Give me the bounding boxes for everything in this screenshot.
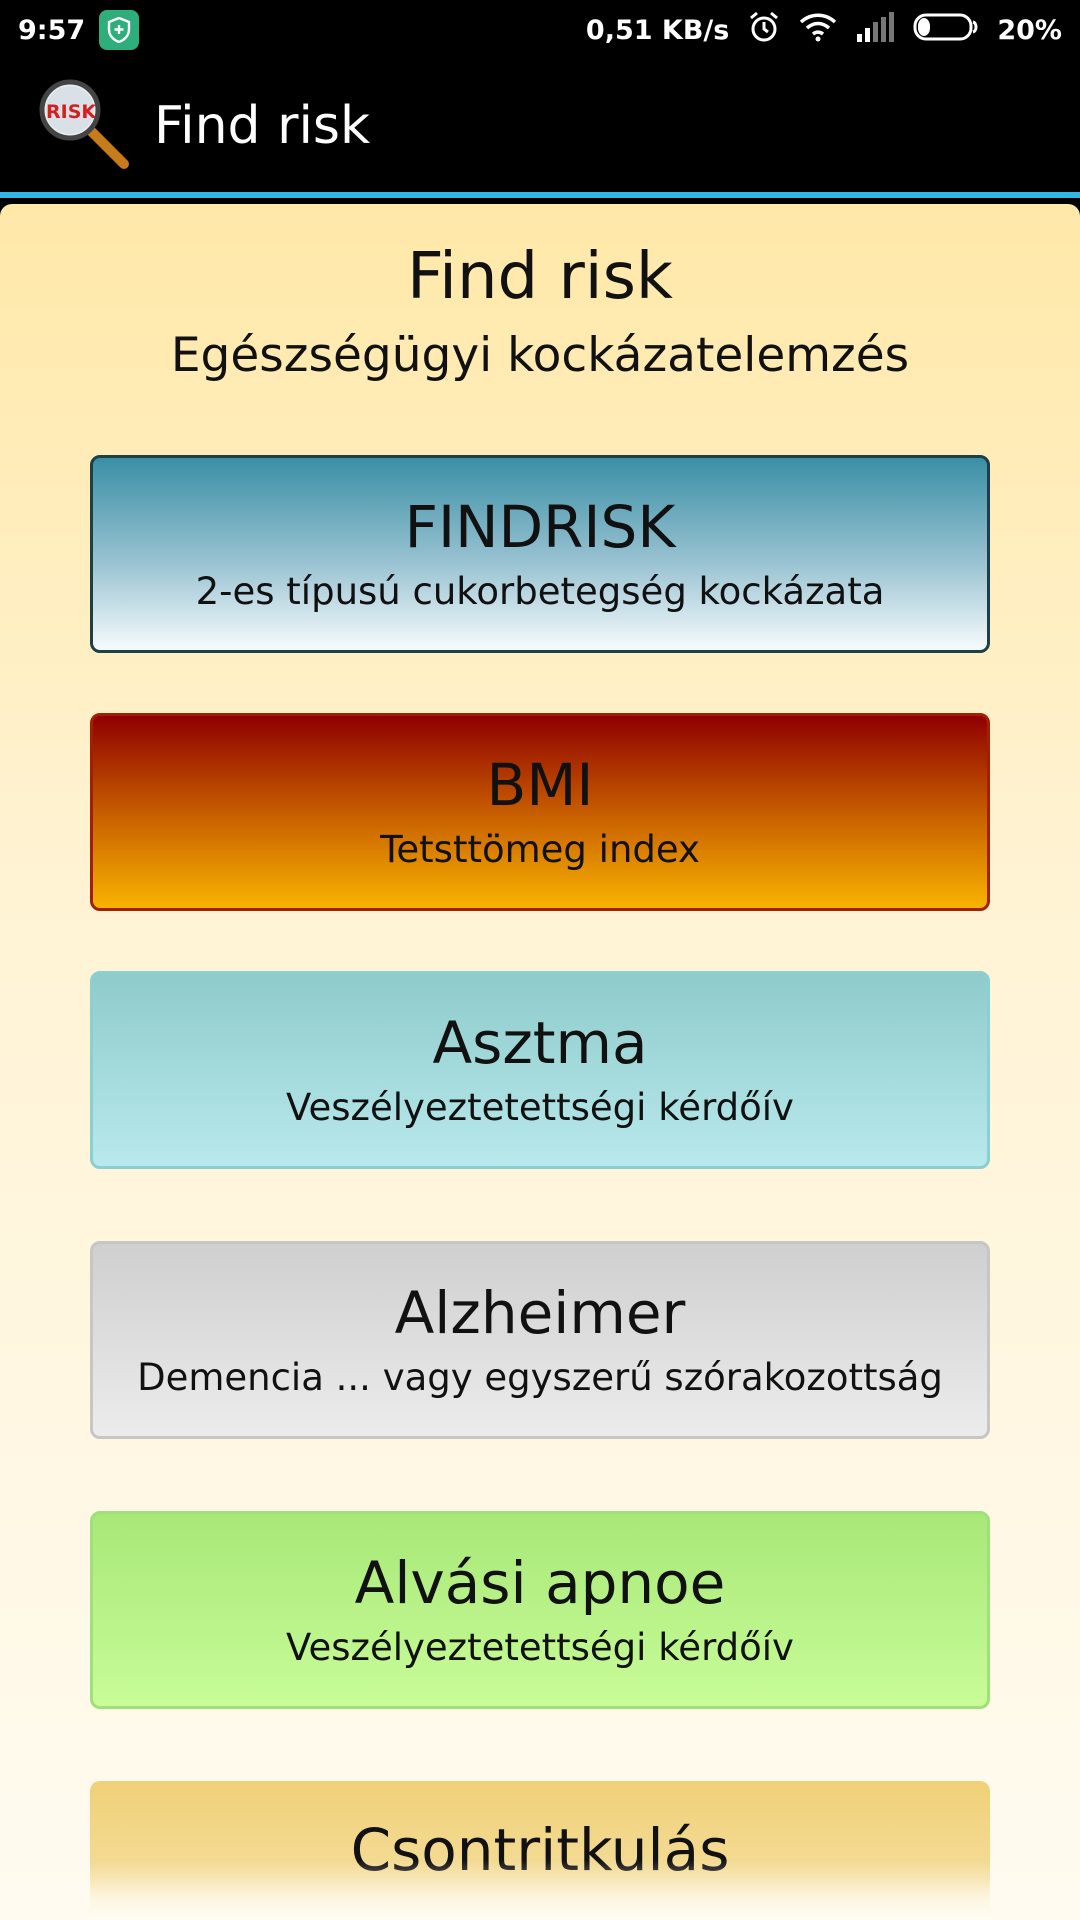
page-title: Find risk [407,240,673,314]
alarm-icon [747,10,781,51]
card-title: Csontritkulás [350,1816,730,1884]
findrisk-button[interactable]: FINDRISK 2-es típusú cukorbetegség kocká… [90,455,990,653]
card-title: Alvási apnoe [354,1549,726,1617]
card-subtitle: Veszélyeztetettségi kérdőív [286,1625,794,1669]
card-title: Asztma [432,1009,648,1077]
card-title: Alzheimer [394,1279,686,1347]
main-content[interactable]: Find risk Egészségügyi kockázatelemzés F… [0,204,1080,1920]
card-subtitle: Demencia ... vagy egyszerű szórakozottsá… [137,1355,943,1399]
page-subtitle: Egészségügyi kockázatelemzés [170,328,910,383]
status-time: 9:57 [18,14,86,46]
network-speed: 0,51 KB/s [585,14,730,46]
card-title: FINDRISK [404,493,676,561]
card-subtitle: Tetsttömeg index [380,827,700,871]
app-logo-magnifier-icon[interactable]: RISK [36,76,132,176]
status-bar: 9:57 0,51 KB/s 20% [0,0,1080,60]
osteoporosis-button[interactable]: Csontritkulás [90,1781,990,1920]
alzheimer-button[interactable]: Alzheimer Demencia ... vagy egyszerű szó… [90,1241,990,1439]
bmi-button[interactable]: BMI Tetsttömeg index [90,713,990,911]
app-title: Find risk [154,96,371,156]
signal-icon [855,11,895,49]
card-subtitle: 2-es típusú cukorbetegség kockázata [195,569,885,613]
wifi-icon [799,12,837,49]
card-subtitle: Veszélyeztetettségi kérdőív [286,1085,794,1129]
battery-icon [913,13,979,48]
card-title: BMI [486,751,594,819]
asthma-button[interactable]: Asztma Veszélyeztetettségi kérdőív [90,971,990,1169]
sleep-apnea-button[interactable]: Alvási apnoe Veszélyeztetettségi kérdőív [90,1511,990,1709]
status-left: 9:57 [18,10,140,50]
app-bar: RISK Find risk [0,60,1080,198]
shield-icon [99,10,140,50]
logo-text: RISK [46,101,97,123]
status-right: 0,51 KB/s 20% [586,10,1062,51]
battery-level: 20% [997,14,1062,46]
